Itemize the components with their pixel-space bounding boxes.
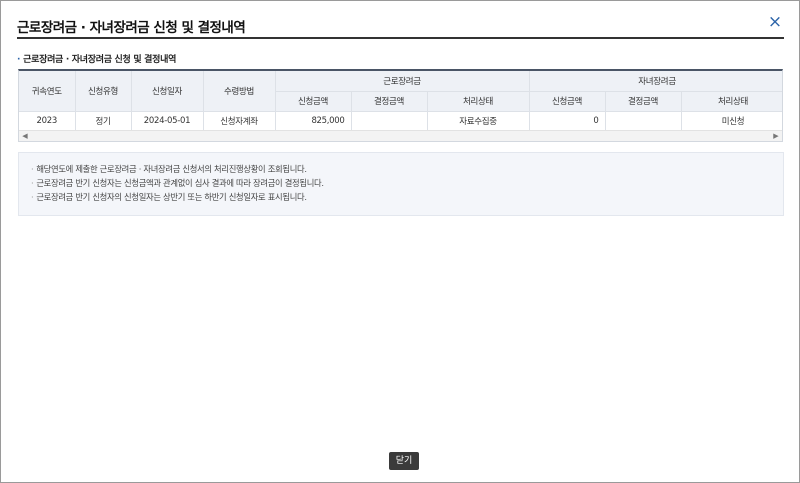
header-type: 신청유형 — [75, 71, 132, 112]
results-table: 귀속연도 신청유형 신청일자 수령방법 근로장려금 자녀장려금 신청금액 결정금… — [19, 71, 782, 132]
section-bullet-icon: · — [17, 55, 21, 65]
note-bullet-icon: · — [31, 178, 34, 188]
note-text: 해당연도에 제출한 근로장려금 · 자녀장려금 신청서의 처리진행상황이 조회됩… — [36, 164, 307, 174]
cell-year: 2023 — [19, 111, 76, 132]
header-method: 수령방법 — [203, 71, 276, 112]
header-eitc-group: 근로장려금 — [275, 71, 530, 92]
cell-eitc-applied: 825,000 — [275, 111, 352, 132]
header-ctc-status: 처리상태 — [681, 91, 782, 112]
dialog: 근로장려금 · 자녀장려금 신청 및 결정내역 × · 근로장려금 · 자녀장려금… — [0, 0, 800, 483]
header-ctc-group: 자녀장려금 — [529, 71, 782, 92]
note-text: 근로장려금 반기 신청자는 신청금액과 관계없이 심사 결과에 따라 장려금이 … — [36, 178, 324, 188]
note-bullet-icon: · — [31, 192, 34, 202]
dialog-header: 근로장려금 · 자녀장려금 신청 및 결정내역 × — [17, 11, 784, 39]
header-ctc-applied: 신청금액 — [529, 91, 606, 112]
note-line: · 근로장려금 반기 신청자는 신청금액과 관계없이 심사 결과에 따라 장려금이… — [31, 176, 771, 190]
note-line: · 근로장려금 반기 신청자의 신청일자는 상반기 또는 하반기 신청일자로 표시… — [31, 190, 771, 204]
header-date: 신청일자 — [131, 71, 204, 112]
scrollbar-thumb[interactable] — [31, 133, 753, 140]
note-line: · 해당연도에 제출한 근로장려금 · 자녀장려금 신청서의 처리진행상황이 조회… — [31, 162, 771, 176]
header-eitc-status: 처리상태 — [427, 91, 530, 112]
section-title-text: 근로장려금 · 자녀장려금 신청 및 결정내역 — [23, 55, 177, 65]
cell-method: 신청자계좌 — [203, 111, 276, 132]
horizontal-scrollbar[interactable]: ◀ ▶ — [19, 130, 782, 141]
header-eitc-applied: 신청금액 — [275, 91, 352, 112]
notes-box: · 해당연도에 제출한 근로장려금 · 자녀장려금 신청서의 처리진행상황이 조회… — [18, 152, 784, 216]
results-table-container: 귀속연도 신청유형 신청일자 수령방법 근로장려금 자녀장려금 신청금액 결정금… — [18, 69, 783, 142]
scroll-right-icon[interactable]: ▶ — [771, 132, 781, 141]
cell-date: 2024-05-01 — [131, 111, 204, 132]
dialog-title: 근로장려금 · 자녀장려금 신청 및 결정내역 — [17, 20, 246, 36]
close-button[interactable]: 닫기 — [389, 452, 419, 470]
header-eitc-decided: 결정금액 — [351, 91, 428, 112]
note-bullet-icon: · — [31, 164, 34, 174]
section-title: · 근로장려금 · 자녀장려금 신청 및 결정내역 — [17, 52, 176, 65]
cell-type: 정기 — [75, 111, 132, 132]
cell-eitc-decided — [351, 111, 428, 132]
scroll-left-icon[interactable]: ◀ — [20, 132, 30, 141]
cell-ctc-applied: 0 — [529, 111, 606, 132]
close-icon[interactable]: × — [766, 13, 784, 31]
header-ctc-decided: 결정금액 — [605, 91, 682, 112]
note-text: 근로장려금 반기 신청자의 신청일자는 상반기 또는 하반기 신청일자로 표시됩… — [36, 192, 307, 202]
cell-eitc-status: 자료수집중 — [427, 111, 530, 132]
cell-ctc-status: 미신청 — [681, 111, 782, 132]
table-row: 2023 정기 2024-05-01 신청자계좌 825,000 자료수집중 0… — [19, 111, 782, 132]
header-year: 귀속연도 — [19, 71, 76, 112]
cell-ctc-decided — [605, 111, 682, 132]
